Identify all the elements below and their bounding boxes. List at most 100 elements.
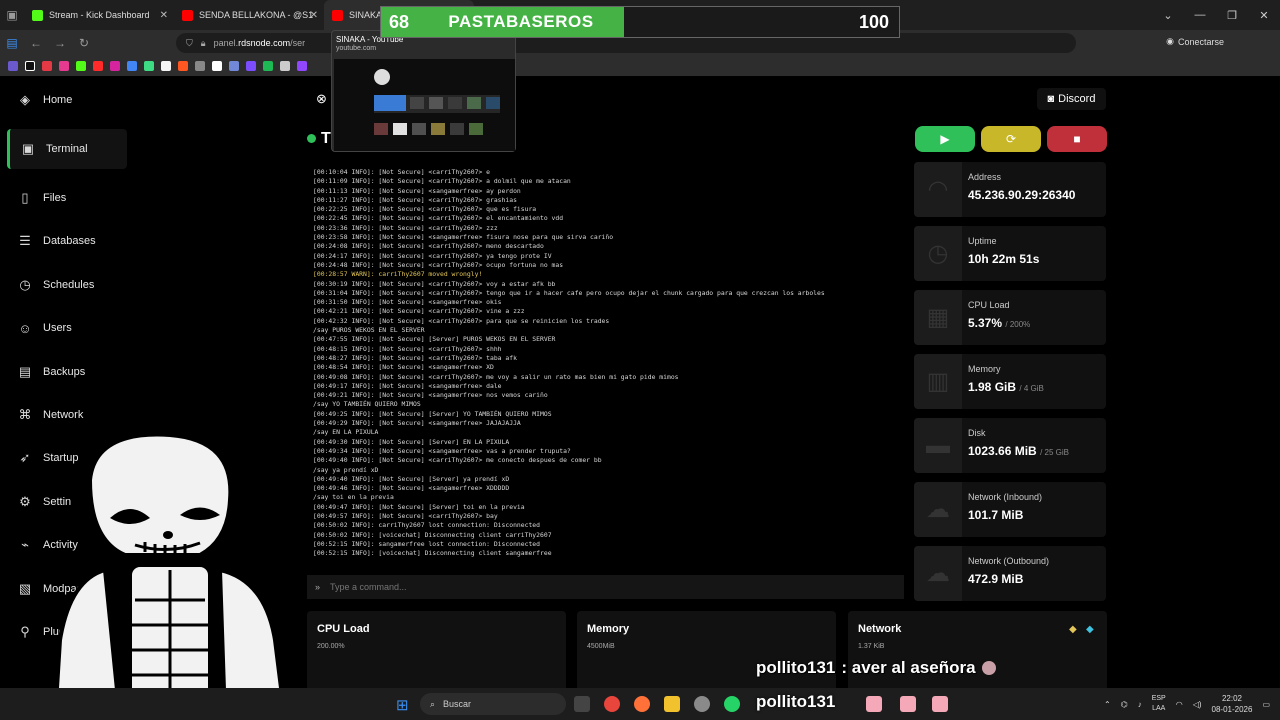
stat-value: 1.98 GiB / 4 GiB	[968, 380, 1044, 394]
stop-button[interactable]: ■	[1047, 126, 1107, 152]
pig-icon[interactable]	[866, 696, 882, 712]
sidebar-item-files[interactable]: ▯ Files	[7, 178, 127, 218]
console-line: /say ya prendí xD	[313, 465, 379, 474]
bookmark-icon[interactable]	[144, 61, 154, 71]
console-line: [00:48:54 INFO]: [Not Secure] <sangamerf…	[313, 363, 494, 372]
restart-button[interactable]: ⟳	[981, 126, 1041, 152]
close-tab-icon[interactable]: ✕	[160, 10, 168, 21]
sidebar-item-label: Backups	[43, 365, 86, 378]
bookmark-icon[interactable]	[161, 61, 171, 71]
clock[interactable]: 22:02 08-01-2026	[1212, 693, 1253, 715]
terminal-icon: ▣	[21, 141, 35, 156]
app-icon[interactable]	[694, 696, 710, 712]
video-thumbnail	[431, 123, 445, 135]
taskbar-search[interactable]: ⌕ Buscar	[420, 693, 566, 715]
sidebar-item-users[interactable]: ☺ Users	[7, 308, 127, 348]
emote-icon	[981, 661, 996, 675]
forward-icon[interactable]: →	[48, 36, 72, 50]
pig-icon[interactable]	[932, 696, 948, 712]
console-line: /say toi en la previa	[313, 493, 394, 502]
bookmark-icon[interactable]	[93, 61, 103, 71]
bookmark-icon[interactable]	[59, 61, 69, 71]
console-line: [00:48:27 INFO]: [Not Secure] <carriThy2…	[313, 353, 517, 362]
wifi-icon: ◠	[914, 162, 962, 217]
memory-icon: ▥	[914, 354, 962, 409]
window-controls: ⌄ — ❐ ✕	[1152, 0, 1280, 30]
stat-card: ▬ Disk 1023.66 MiB / 25 GiB	[914, 418, 1106, 473]
command-input[interactable]	[330, 582, 851, 592]
bookmark-icon[interactable]	[263, 61, 273, 71]
network-tray-icon[interactable]: ⌬	[1121, 700, 1128, 709]
bookmark-icon[interactable]	[212, 61, 222, 71]
bookmark-icon[interactable]	[25, 61, 35, 71]
graph-panel: Network 1.37 KiB	[848, 611, 1107, 691]
database-icon: ☰	[19, 233, 31, 249]
chevron-down-icon[interactable]: ⌄	[1152, 9, 1184, 22]
bookmark-icon[interactable]	[280, 61, 290, 71]
sidebar-item-schedules[interactable]: ◷ Schedules	[7, 265, 127, 305]
bookmark-icon[interactable]	[127, 61, 137, 71]
notification-icon[interactable]: ▭	[1262, 700, 1270, 709]
sidebar-item-label: Network	[43, 408, 84, 421]
firefox-icon[interactable]	[634, 696, 650, 712]
console-line: [00:49:25 INFO]: [Not Secure] [Server] Y…	[313, 409, 552, 418]
task-view-icon[interactable]	[574, 696, 590, 712]
server-initial: T	[321, 130, 331, 147]
sidebar-item-home[interactable]: ◈ Home	[7, 80, 127, 120]
mic-icon[interactable]: ♪	[1138, 700, 1142, 709]
start-button[interactable]: ▶	[915, 126, 975, 152]
pig-icon[interactable]	[900, 696, 916, 712]
sidebar-item-terminal[interactable]: ▣ Terminal	[7, 129, 127, 169]
panel-scale: 4500MiB	[587, 643, 615, 650]
windows-start-icon[interactable]: ⊞	[396, 696, 409, 714]
console-line: [00:11:13 INFO]: [Not Secure] <sangamerf…	[313, 186, 521, 195]
chrome-icon[interactable]	[604, 696, 620, 712]
tab-actions-icon[interactable]: ▣	[0, 8, 24, 22]
language-indicator[interactable]: ESP LAA	[1152, 694, 1166, 714]
poll-max: 100	[858, 12, 889, 32]
tab-kick[interactable]: Stream - Kick Dashboard ✕	[24, 0, 174, 30]
server-console[interactable]: [00:10:04 INFO]: [Not Secure] <carriThy2…	[307, 160, 904, 575]
bookmark-icon[interactable]	[42, 61, 52, 71]
bookmark-icon[interactable]	[195, 61, 205, 71]
close-icon[interactable]: ✕	[1248, 9, 1280, 22]
volume-icon[interactable]: ◁)	[1193, 700, 1202, 709]
console-line: [00:24:08 INFO]: [Not Secure] <carriThy2…	[313, 242, 544, 251]
console-line: [00:24:17 INFO]: [Not Secure] <carriThy2…	[313, 251, 552, 260]
sidebar-item-databases[interactable]: ☰ Databases	[7, 221, 127, 261]
console-line: [00:49:40 INFO]: [Not Secure] [Server] y…	[313, 474, 510, 483]
restore-icon[interactable]: ❐	[1216, 9, 1248, 22]
wifi-icon[interactable]: ◠	[1176, 700, 1183, 709]
sidebar-item-backups[interactable]: ▤ Backups	[7, 352, 127, 392]
back-icon[interactable]: ←	[24, 36, 48, 50]
discord-button[interactable]: ◙ Discord	[1037, 88, 1106, 110]
bookmark-icon[interactable]	[246, 61, 256, 71]
panel-title: CPU Load	[317, 623, 370, 635]
bookmark-icon[interactable]	[8, 61, 18, 71]
console-line: [00:49:30 INFO]: [Not Secure] [Server] E…	[313, 437, 510, 446]
bookmark-icon[interactable]	[76, 61, 86, 71]
bookmark-icon[interactable]	[178, 61, 188, 71]
bookmark-icon[interactable]	[297, 61, 307, 71]
bookmark-icon[interactable]	[110, 61, 120, 71]
sidebar-item-network[interactable]: ⌘ Network	[7, 395, 127, 435]
console-line: [00:31:50 INFO]: [Not Secure] <sangamerf…	[313, 298, 502, 307]
bookmark-icon[interactable]	[229, 61, 239, 71]
reload-icon[interactable]: ↻	[72, 36, 96, 50]
discord-icon: ◙	[1047, 93, 1055, 105]
folder-icon[interactable]	[664, 696, 680, 712]
stat-card: ▦ CPU Load 5.37% / 200%	[914, 290, 1106, 345]
sidebar-toggle-icon[interactable]: ▤	[0, 36, 24, 50]
console-line: [00:24:48 INFO]: [Not Secure] <carriThy2…	[313, 260, 564, 269]
sidebar-item-label: Files	[43, 192, 67, 204]
disk-icon: ▬	[914, 418, 962, 473]
server-logo-icon: ⊗	[316, 91, 327, 106]
chevron-up-icon[interactable]: ⌃	[1104, 700, 1111, 709]
youtube-icon	[182, 9, 193, 21]
connect-button[interactable]: ◉ Conectarse	[1166, 36, 1224, 47]
panel-title: Network	[858, 623, 902, 635]
console-line: [00:49:40 INFO]: [Not Secure] <carriThy2…	[313, 456, 602, 465]
stat-label: Memory	[968, 364, 1001, 374]
whatsapp-icon[interactable]	[724, 696, 740, 712]
minimize-icon[interactable]: —	[1184, 9, 1216, 21]
